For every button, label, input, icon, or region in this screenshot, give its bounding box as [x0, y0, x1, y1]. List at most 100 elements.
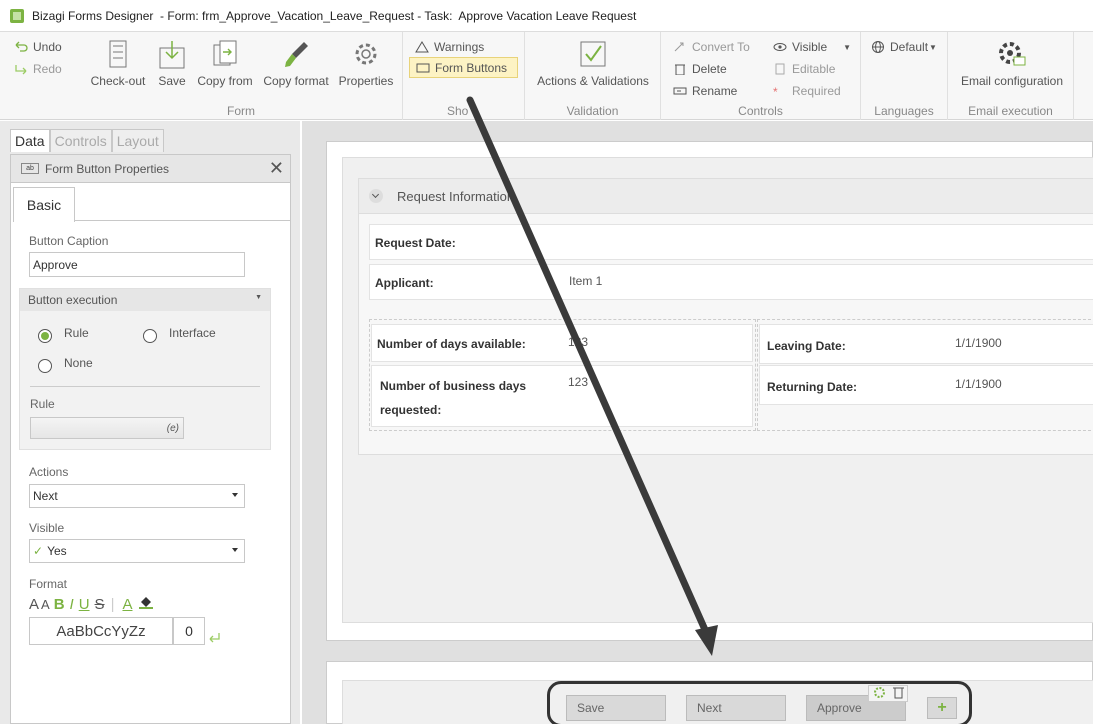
tab-controls[interactable]: Controls: [49, 129, 112, 152]
asterisk-icon: *: [773, 85, 778, 99]
warning-icon: [415, 41, 429, 53]
expression-icon[interactable]: (e): [167, 423, 179, 434]
email-group-label: Email execution: [968, 104, 1053, 118]
underline-icon[interactable]: U: [79, 596, 90, 613]
properties-panel-title: Form Button Properties: [45, 161, 170, 176]
eye-icon: [773, 41, 787, 53]
form-body: Request Information Request Date: Applic…: [342, 157, 1093, 623]
request-date-row[interactable]: Request Date:: [369, 224, 1093, 260]
rule-input[interactable]: (e): [30, 417, 184, 439]
italic-icon[interactable]: I: [70, 596, 74, 613]
bold-icon[interactable]: B: [54, 596, 65, 613]
email-configuration-button[interactable]: Email configuration: [956, 40, 1068, 88]
checkmark-icon: ✓: [33, 544, 44, 558]
language-dropdown[interactable]: Default ▼: [871, 40, 937, 54]
chevron-down-icon: ▼: [929, 42, 937, 52]
delete-label: Delete: [692, 62, 727, 76]
copy-format-button[interactable]: Copy format: [260, 40, 332, 88]
font-color-icon[interactable]: A: [122, 596, 132, 613]
show-group-label: Sho: [447, 104, 469, 118]
button-caption-input[interactable]: Approve: [29, 252, 245, 277]
format-toolbar: A A B I U S | A: [29, 595, 154, 613]
leaving-date-row[interactable]: Leaving Date: 1/1/1900: [759, 324, 1093, 364]
business-days-label-line2: requested:: [380, 403, 442, 417]
visible-label: Visible: [792, 40, 828, 54]
undo-icon: [14, 41, 28, 53]
tab-divider: [75, 220, 290, 221]
button-execution-header[interactable]: Button execution ▼: [20, 289, 270, 311]
applicant-label: Applicant:: [375, 276, 434, 290]
applicant-value: Item 1: [569, 274, 603, 288]
reset-format-icon[interactable]: [207, 631, 221, 646]
group-header[interactable]: Request Information: [359, 179, 1093, 214]
languages-ribbon-group: Default ▼ Languages: [861, 32, 948, 120]
redo-icon: [14, 63, 28, 75]
format-size-input[interactable]: 0: [173, 617, 205, 645]
properties-panel: ab Form Button Properties ✕ Basic Button…: [10, 154, 291, 724]
strikethrough-icon[interactable]: S: [95, 596, 105, 613]
button-caption-label: Button Caption: [29, 234, 109, 248]
controls-group-label: Controls: [738, 104, 783, 118]
chevron-down-icon: [232, 493, 238, 497]
redo-button[interactable]: Redo: [14, 62, 62, 76]
actions-validations-button[interactable]: Actions & Validations: [533, 40, 653, 88]
leaving-date-value: 1/1/1900: [955, 336, 1002, 350]
visible-select[interactable]: ✓ Yes: [29, 539, 245, 563]
tab-layout[interactable]: Layout: [111, 129, 164, 152]
close-icon[interactable]: ✕: [269, 159, 284, 177]
tab-basic[interactable]: Basic: [13, 187, 75, 222]
font-increase-icon[interactable]: A: [29, 596, 39, 613]
delete-button[interactable]: Delete: [673, 62, 727, 76]
actions-select[interactable]: Next: [29, 484, 245, 508]
save-button[interactable]: Save: [154, 40, 190, 88]
copy-from-button[interactable]: Copy from: [194, 40, 256, 88]
tab-data[interactable]: Data: [10, 129, 50, 152]
editable-icon: [773, 63, 787, 75]
form-button-icon: ab: [21, 163, 39, 174]
title-bar: Bizagi Forms Designer - Form: frm_Approv…: [0, 0, 1093, 32]
rename-button[interactable]: Rename: [673, 84, 737, 98]
convert-to-label: Convert To: [692, 40, 750, 54]
business-days-row[interactable]: Number of business days requested: 123: [371, 365, 753, 427]
convert-to-button[interactable]: Convert To: [673, 40, 750, 54]
form-group-label: Form: [227, 104, 255, 118]
radio-none[interactable]: [38, 359, 52, 373]
save-icon: [158, 40, 186, 69]
font-decrease-icon[interactable]: A: [41, 597, 50, 612]
globe-icon: [871, 41, 885, 53]
required-button[interactable]: * Required: [773, 84, 841, 99]
languages-group-label: Languages: [874, 104, 934, 118]
highlight-ring: [547, 681, 972, 724]
returning-date-row[interactable]: Returning Date: 1/1/1900: [759, 365, 1093, 405]
show-ribbon-group: Warnings Form Buttons Sho: [403, 32, 525, 120]
applicant-row[interactable]: Applicant: Item 1: [369, 264, 1093, 300]
properties-panel-header: ab Form Button Properties ✕: [11, 155, 290, 183]
language-label: Default: [890, 40, 929, 54]
checkout-button[interactable]: Check-out: [88, 40, 148, 88]
days-available-row[interactable]: Number of days available: 123: [371, 324, 753, 362]
business-days-value: 123: [568, 375, 589, 389]
properties-button[interactable]: Properties: [336, 40, 396, 88]
fill-color-icon[interactable]: [138, 595, 154, 613]
leaving-date-label: Leaving Date:: [767, 339, 846, 353]
rule-label: Rule: [30, 397, 55, 411]
divider: [30, 386, 260, 387]
rename-label: Rename: [692, 84, 738, 98]
days-available-value: 123: [568, 335, 589, 349]
collapse-chevron-icon[interactable]: [369, 189, 383, 203]
radio-rule[interactable]: [38, 329, 52, 343]
email-ribbon-group: Email configuration Email execution: [948, 32, 1074, 120]
separator: |: [110, 595, 115, 613]
warnings-button[interactable]: Warnings: [415, 40, 484, 54]
radio-interface[interactable]: [143, 329, 157, 343]
editable-button[interactable]: Editable: [773, 62, 835, 76]
visible-dropdown[interactable]: Visible ▼: [773, 40, 851, 54]
returning-date-value: 1/1/1900: [955, 377, 1002, 391]
undo-button[interactable]: Undo: [14, 40, 62, 54]
form-area: Request Information Request Date: Applic…: [326, 141, 1093, 641]
business-days-label-line1: Number of business days: [380, 379, 527, 393]
form-buttons-toggle[interactable]: Form Buttons: [409, 57, 518, 78]
convert-icon: [673, 41, 687, 53]
email-gear-icon: [998, 40, 1026, 68]
bizagi-logo-icon: [10, 8, 24, 23]
